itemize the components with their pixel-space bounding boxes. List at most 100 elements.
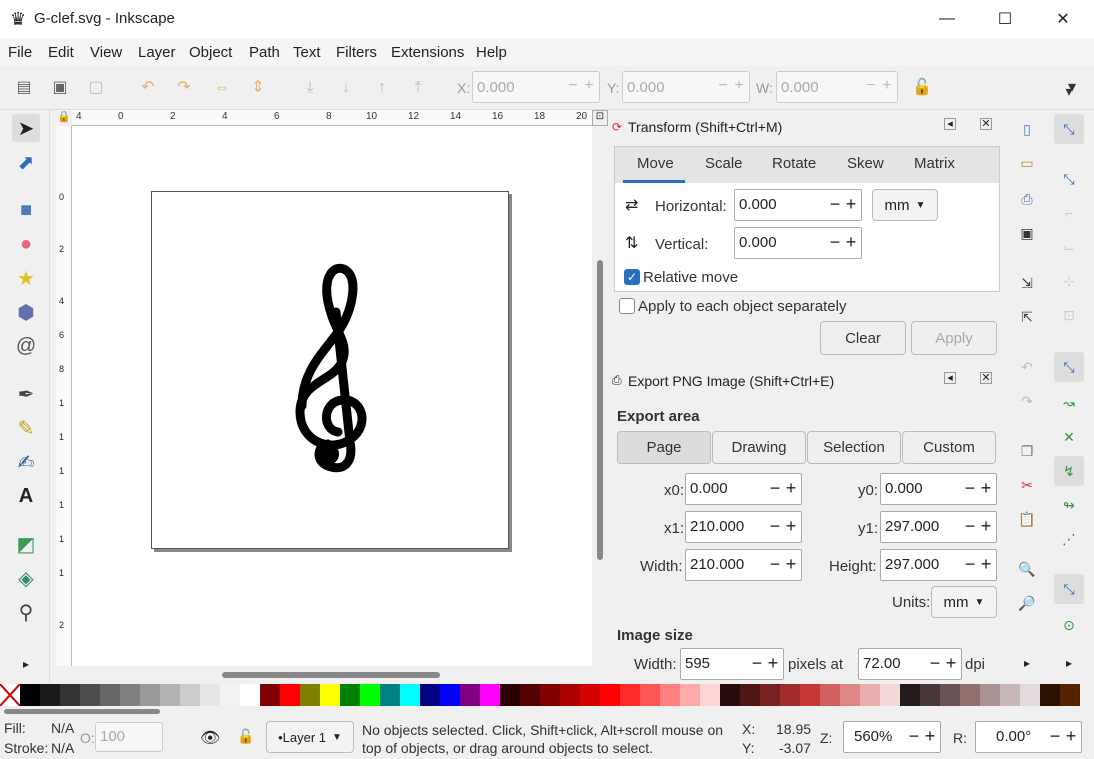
tab-rotate[interactable]: Rotate [772, 155, 816, 172]
color-swatch[interactable] [940, 684, 960, 706]
layer-lock-icon[interactable]: 🔓 [237, 728, 254, 745]
zoom-drawing-icon[interactable]: 🔎 [1012, 588, 1042, 618]
color-swatch[interactable] [160, 684, 180, 706]
tab-move[interactable]: Move [637, 155, 674, 172]
snap-midpoints-icon[interactable]: ⋰ [1054, 524, 1084, 554]
snap-bbox-midpoint-icon[interactable]: ⊹ [1054, 266, 1084, 296]
color-swatch[interactable] [580, 684, 600, 706]
x-increment[interactable]: + [581, 77, 597, 95]
color-swatch[interactable] [240, 684, 260, 706]
dpi-decrement[interactable]: − [927, 653, 943, 674]
height-increment[interactable]: + [978, 554, 994, 575]
ellipse-tool-icon[interactable]: ● [12, 230, 40, 258]
tab-scale[interactable]: Scale [705, 155, 743, 172]
flip-horizontal-icon[interactable]: ⇔ [212, 78, 232, 98]
color-swatch[interactable] [1020, 684, 1040, 706]
visibility-eye-icon[interactable]: 👁 [200, 728, 220, 748]
pencil-tool-icon[interactable]: ✎ [12, 414, 40, 442]
color-swatch[interactable] [220, 684, 240, 706]
selector-tool-icon[interactable]: ➤ [12, 114, 40, 142]
x0-increment[interactable]: + [783, 478, 799, 499]
color-swatch[interactable] [980, 684, 1000, 706]
zoom-corner-icon[interactable]: ⊡ [592, 110, 608, 126]
color-swatch[interactable] [600, 684, 620, 706]
y0-increment[interactable]: + [978, 478, 994, 499]
lock-icon[interactable]: 🔓 [912, 78, 932, 98]
color-swatch[interactable] [380, 684, 400, 706]
color-swatch[interactable] [880, 684, 900, 706]
color-swatch[interactable] [720, 684, 740, 706]
vertical-decrement[interactable]: − [827, 232, 843, 253]
color-swatch[interactable] [440, 684, 460, 706]
open-icon[interactable]: ▭ [1012, 148, 1042, 178]
snap-bbox-center-icon[interactable]: ⊡ [1054, 300, 1084, 330]
fill-value[interactable]: N/A [51, 720, 74, 736]
export-custom-button[interactable]: Custom [902, 431, 996, 464]
menu-layer[interactable]: Layer [138, 44, 176, 61]
export-page-button[interactable]: Page [617, 431, 711, 464]
layer-dropdown[interactable]: •Layer 1 ▼ [266, 721, 354, 753]
color-swatch[interactable] [680, 684, 700, 706]
x0-input[interactable]: 0.000 − + [685, 473, 802, 505]
rotate-ccw-icon[interactable]: ↶ [138, 78, 158, 98]
spiral-tool-icon[interactable]: @ [12, 332, 40, 360]
vertical-scrollbar[interactable]: ⊡ [592, 110, 608, 666]
color-swatch[interactable] [360, 684, 380, 706]
snap-smooth-nodes-icon[interactable]: ↬ [1054, 490, 1084, 520]
menu-path[interactable]: Path [249, 44, 280, 61]
height-input[interactable]: 297.000 − + [880, 549, 997, 581]
calligraphy-tool-icon[interactable]: ✍ [12, 448, 40, 476]
color-swatch[interactable] [620, 684, 640, 706]
zoom-input[interactable]: 560% − + [843, 721, 941, 753]
g-clef-drawing[interactable] [152, 192, 510, 550]
x0-decrement[interactable]: − [767, 478, 783, 499]
document-page[interactable] [151, 191, 509, 549]
color-swatch[interactable] [840, 684, 860, 706]
snap-paths-icon[interactable]: ↝ [1054, 388, 1084, 418]
width-increment[interactable]: + [783, 554, 799, 575]
print-icon[interactable]: ⎙ [1012, 184, 1042, 214]
cut-icon[interactable]: ✂ [1012, 470, 1042, 500]
stroke-value[interactable]: N/A [51, 740, 74, 756]
color-swatch[interactable] [780, 684, 800, 706]
w-decrement[interactable]: − [863, 77, 879, 95]
dpi-input[interactable]: 72.00 − + [858, 648, 962, 680]
rotation-increment[interactable]: + [1063, 726, 1079, 747]
width-decrement[interactable]: − [767, 554, 783, 575]
y1-increment[interactable]: + [978, 516, 994, 537]
color-swatch[interactable] [140, 684, 160, 706]
snap-bbox-edge-icon[interactable]: ⌐ [1054, 198, 1084, 228]
maximize-button[interactable]: ☐ [976, 0, 1034, 38]
export-icon[interactable]: ⇱ [1012, 302, 1042, 332]
deselect-icon[interactable]: ▢ [86, 78, 106, 98]
dropper-tool-icon[interactable]: ⚲ [12, 598, 40, 626]
vertical-scroll-thumb[interactable] [597, 260, 603, 560]
select-all-icon[interactable]: ▤ [14, 78, 34, 98]
paste-icon[interactable]: 📋 [1012, 504, 1042, 534]
snap-intersections-icon[interactable]: ✕ [1054, 422, 1084, 452]
lower-icon[interactable]: ↓ [336, 78, 356, 98]
horizontal-scroll-thumb[interactable] [222, 672, 440, 678]
zoom-decrement[interactable]: − [906, 726, 922, 747]
tab-skew[interactable]: Skew [847, 155, 884, 172]
snap-overflow-icon[interactable]: ▸ [1054, 648, 1084, 678]
select-all-layers-icon[interactable]: ▣ [50, 78, 70, 98]
color-swatch[interactable] [860, 684, 880, 706]
color-swatch[interactable] [400, 684, 420, 706]
snap-others-icon[interactable]: ⤡ [1054, 574, 1084, 604]
mesh-tool-icon[interactable]: ◈ [12, 564, 40, 592]
snap-menu-icon[interactable]: ▾ [1054, 76, 1084, 106]
gradient-tool-icon[interactable]: ◩ [12, 530, 40, 558]
copy-icon[interactable]: ❐ [1012, 436, 1042, 466]
no-paint-swatch[interactable] [0, 684, 20, 706]
dock-iconify-icon[interactable]: ◂ [944, 118, 956, 130]
snap-cusp-nodes-icon[interactable]: ↯ [1054, 456, 1084, 486]
dpi-increment[interactable]: + [943, 653, 959, 674]
apply-each-checkbox[interactable] [619, 298, 635, 314]
dock-close-icon[interactable]: ✕ [980, 372, 992, 384]
snap-bbox-icon[interactable]: ⤡ [1054, 164, 1084, 194]
palette-scrollbar[interactable] [0, 706, 1094, 716]
color-swatch[interactable] [20, 684, 40, 706]
unit-dropdown[interactable]: mm ▼ [872, 189, 938, 221]
color-swatch[interactable] [120, 684, 140, 706]
